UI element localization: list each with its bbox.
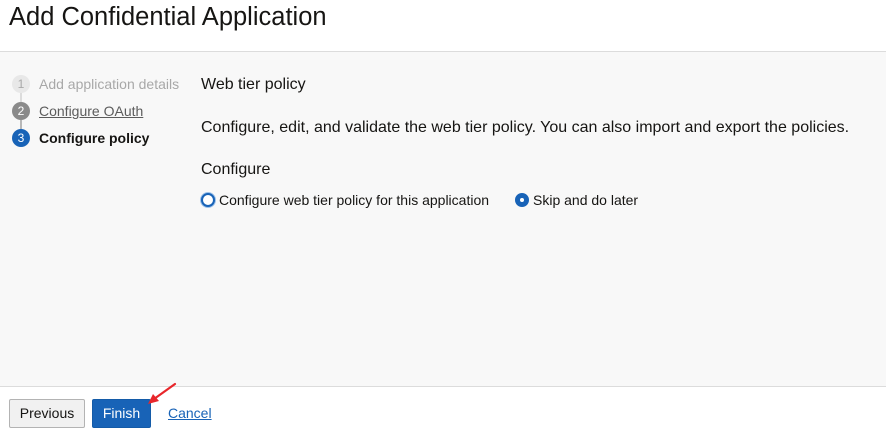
configure-radio-group: Configure web tier policy for this appli… [201,190,871,210]
step-number: 3 [12,129,30,147]
previous-button[interactable]: Previous [9,399,85,428]
finish-button[interactable]: Finish [92,399,151,428]
wizard-body: 1 Add application details 2 Configure OA… [0,52,886,386]
red-arrow-annotation-icon [148,382,177,404]
radio-label[interactable]: Skip and do later [533,192,638,208]
radio-selected-icon[interactable] [515,193,529,207]
step-configure-policy: 3 Configure policy [12,128,192,148]
radio-label[interactable]: Configure web tier policy for this appli… [219,192,489,208]
radio-skip-and-do-later[interactable]: Skip and do later [514,190,654,210]
step-add-application-details: 1 Add application details [12,74,192,94]
step-configure-oauth[interactable]: 2 Configure OAuth [12,101,192,121]
page-title: Add Confidential Application [9,3,327,31]
step-label: Add application details [39,76,180,92]
radio-configure-web-tier-policy[interactable]: Configure web tier policy for this appli… [201,190,501,210]
section-title: Web tier policy [201,76,306,93]
step-number: 1 [12,75,30,93]
step-label-link[interactable]: Configure OAuth [39,103,143,119]
configure-label: Configure [201,161,271,178]
page-header: Add Confidential Application [0,0,886,52]
section-description: Configure, edit, and validate the web ti… [201,119,850,136]
cancel-link[interactable]: Cancel [168,405,212,421]
step-label: Configure policy [39,130,150,146]
radio-unselected-icon[interactable] [201,193,215,207]
wizard-footer: Previous Finish Cancel [0,386,886,436]
step-number: 2 [12,102,30,120]
